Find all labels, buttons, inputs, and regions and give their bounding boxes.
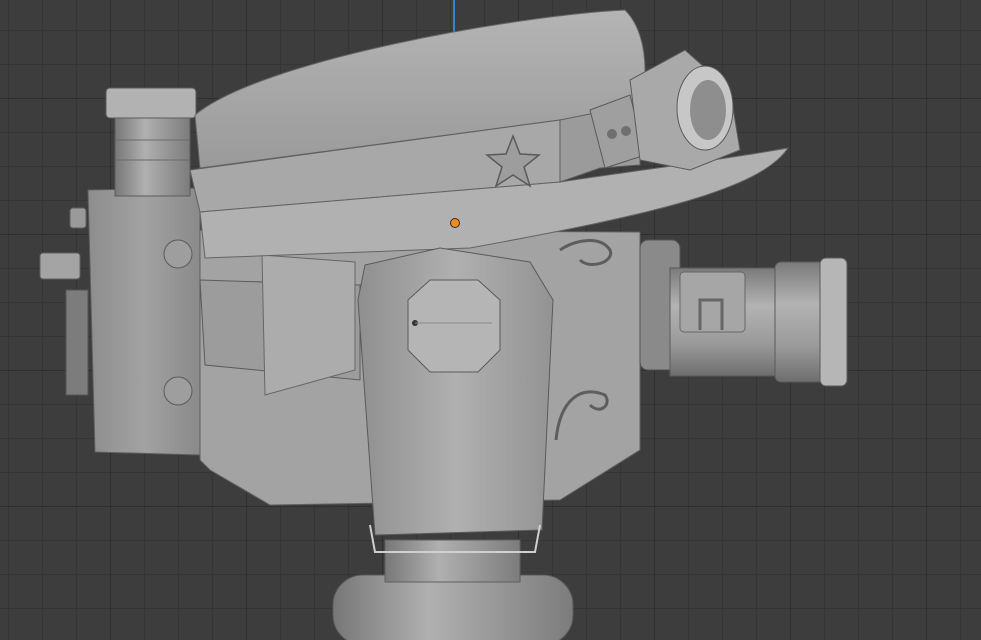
- 3d-viewport[interactable]: [0, 0, 981, 640]
- object-origin-dot[interactable]: [450, 218, 460, 228]
- lens[interactable]: [639, 239, 848, 387]
- viewfinder[interactable]: [105, 87, 197, 197]
- scene-render[interactable]: [0, 0, 981, 640]
- mount-knob[interactable]: [407, 279, 501, 373]
- pedestal[interactable]: [332, 539, 574, 640]
- side-knob[interactable]: [39, 207, 89, 396]
- tripod-mount[interactable]: [357, 247, 554, 553]
